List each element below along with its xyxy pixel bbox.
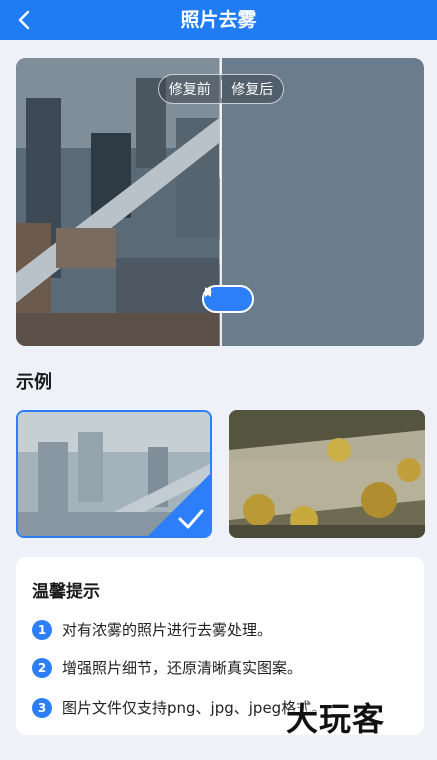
tip-item: 1 对有浓雾的照片进行去雾处理。: [32, 619, 272, 640]
app-bar: 照片去雾: [0, 0, 437, 40]
compare-labels: 修复前 修复后: [158, 74, 284, 104]
page-title: 照片去雾: [180, 9, 257, 31]
watermark-logo: 大玩客: [286, 700, 386, 738]
after-label: 修复后: [231, 82, 274, 98]
example-thumbnail-forest[interactable]: [229, 410, 425, 538]
forest-fog-thumbnail: [229, 410, 425, 538]
compare-slider-handle[interactable]: [202, 285, 254, 313]
tip-number-badge: 1: [32, 619, 52, 640]
example-thumbnail-city[interactable]: [16, 410, 212, 538]
tip-text: 增强照片细节，还原清晰真实图案。: [62, 659, 303, 677]
comparison-preview[interactable]: 修复前 修复后: [16, 58, 424, 346]
tip-text: 对有浓雾的照片进行去雾处理。: [62, 621, 273, 639]
tip-item: 2 增强照片细节，还原清晰真实图案。: [32, 657, 302, 678]
checkmark-icon: [178, 509, 204, 529]
before-label: 修复前: [168, 82, 211, 98]
tip-number-badge: 3: [32, 697, 52, 718]
triangle-right-icon: [205, 287, 212, 297]
examples-title: 示例: [16, 372, 52, 393]
tips-title: 温馨提示: [32, 582, 100, 602]
tip-number-badge: 2: [32, 657, 52, 678]
tip-item: 3 图片文件仅支持png、jpg、jpeg格式。: [32, 697, 326, 718]
